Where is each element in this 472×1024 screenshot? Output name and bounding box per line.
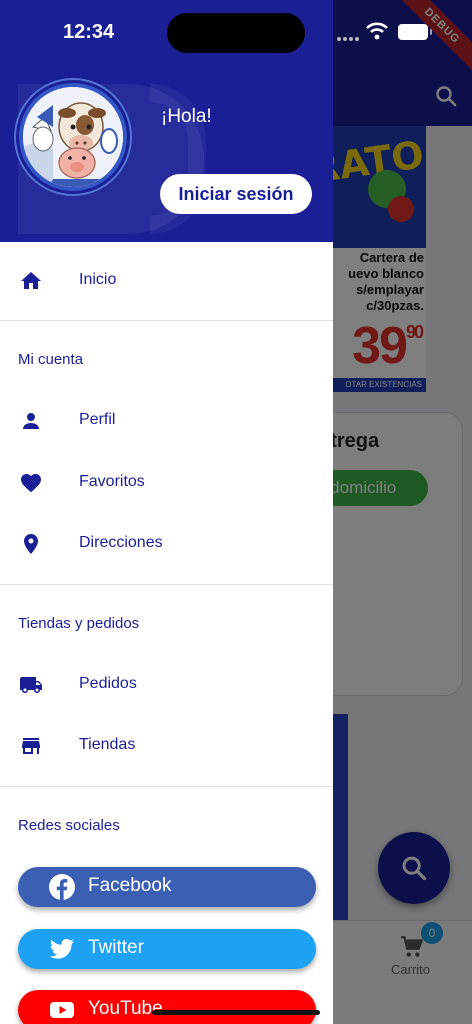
nav-item-stores[interactable]: Tiendas [0,716,333,776]
twitter-bird-icon [49,938,74,959]
divider [0,584,333,585]
nav-item-orders[interactable]: Pedidos [0,655,333,715]
heart-icon [21,474,41,493]
cellular-signal-icon [337,37,359,41]
nav-item-profile[interactable]: Perfil [0,391,333,451]
youtube-icon [50,1002,74,1018]
section-title-stores: Tiendas y pedidos [18,615,140,632]
home-icon [21,272,41,289]
nav-item-addresses[interactable]: Direcciones [0,514,333,574]
wifi-icon [366,22,388,40]
person-icon [23,413,39,429]
navigation-drawer: 12:34 ¡Hola! Iniciar sesión Inicio Mi cu… [0,0,333,1024]
section-title-social: Redes sociales [18,817,120,834]
store-icon [22,738,40,754]
avatar[interactable] [19,83,127,191]
youtube-label: YouTube [88,998,163,1019]
nav-item-favorites[interactable]: Favoritos [0,453,333,513]
drawer-header: 12:34 ¡Hola! Iniciar sesión [0,0,333,242]
location-pin-icon [24,534,38,554]
farm-animals-logo [23,87,123,187]
nav-item-label: Direcciones [79,534,163,551]
nav-item-label: Pedidos [79,675,137,692]
nav-item-label: Tiendas [79,736,136,753]
divider [0,786,333,787]
nav-item-home[interactable]: Inicio [0,251,333,311]
nav-item-label: Perfil [79,411,116,428]
facebook-button[interactable]: Facebook [18,867,316,907]
greeting-text: ¡Hola! [161,106,212,127]
dynamic-island [167,13,305,53]
youtube-button[interactable]: YouTube [18,990,316,1024]
nav-item-label: Favoritos [79,473,145,490]
login-button[interactable]: Iniciar sesión [160,174,312,214]
twitter-label: Twitter [88,937,144,958]
twitter-button[interactable]: Twitter [18,929,316,969]
facebook-label: Facebook [88,875,172,896]
nav-item-label: Inicio [79,271,117,288]
section-title-account: Mi cuenta [18,351,84,368]
status-time: 12:34 [63,21,115,43]
facebook-icon [49,874,75,900]
home-indicator[interactable] [152,1010,320,1015]
battery-icon [398,24,432,40]
truck-icon [20,677,42,693]
divider [0,320,333,321]
